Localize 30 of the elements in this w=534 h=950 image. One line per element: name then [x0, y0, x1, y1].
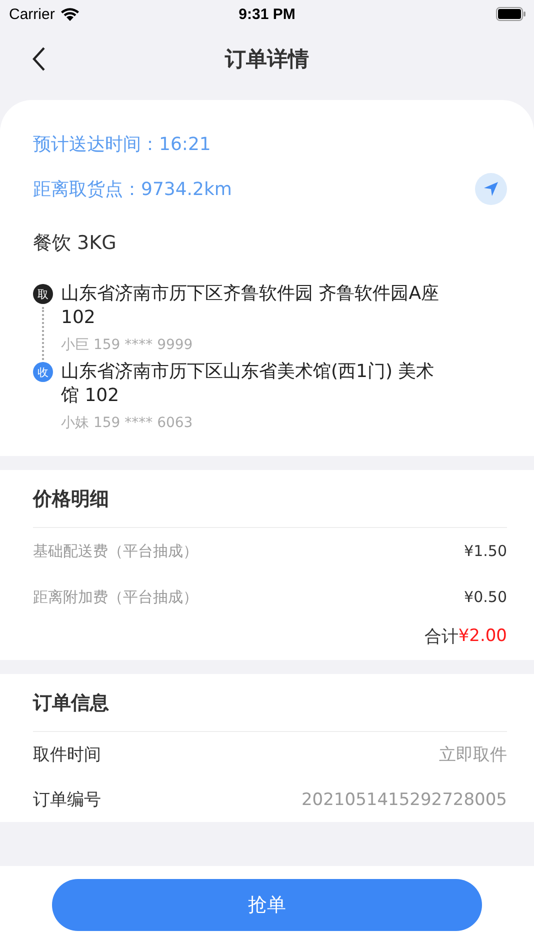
fee-label: 距离附加费（平台抽成） — [33, 588, 198, 606]
contact-text: 小妹 159 **** 6063 — [61, 414, 194, 432]
info-value: 立即取件 — [439, 744, 507, 766]
battery-icon — [496, 7, 526, 21]
carrier-label: Carrier — [9, 6, 55, 22]
address-text: 山东省济南市历下区山东省美术馆(西1门) 美术馆 102 — [61, 360, 436, 408]
distance-text: 距离取货点：9734.2km — [33, 178, 232, 201]
info-value: 2021051415292728005 — [301, 790, 507, 810]
back-button[interactable] — [30, 46, 48, 72]
section-title: 订单信息 — [33, 690, 109, 716]
section-title: 价格明细 — [33, 486, 109, 512]
navigation-button[interactable] — [475, 173, 507, 205]
eta-text: 预计送达时间：16:21 — [33, 133, 211, 156]
fee-value: ¥0.50 — [464, 588, 507, 606]
grab-order-button[interactable]: 抢单 — [52, 879, 482, 931]
dropoff-badge: 收 — [33, 362, 53, 382]
total-label: 合计 — [424, 626, 458, 648]
contact-text: 小巨 159 **** 9999 — [61, 336, 194, 354]
location-arrow-icon — [482, 180, 500, 198]
total-value: ¥2.00 — [458, 626, 507, 646]
clock-time: 9:31 PM — [238, 6, 296, 22]
page-title: 订单详情 — [225, 46, 309, 73]
pickup-badge: 取 — [33, 284, 53, 304]
address-text: 山东省济南市历下区齐鲁软件园 齐鲁软件园A座 102 — [61, 282, 440, 330]
info-label: 取件时间 — [33, 744, 101, 766]
goods-text: 餐饮 3KG — [33, 231, 118, 256]
wifi-icon — [60, 6, 80, 22]
fee-value: ¥1.50 — [464, 542, 507, 560]
fee-label: 基础配送费（平台抽成） — [33, 542, 198, 560]
info-label: 订单编号 — [33, 789, 101, 811]
